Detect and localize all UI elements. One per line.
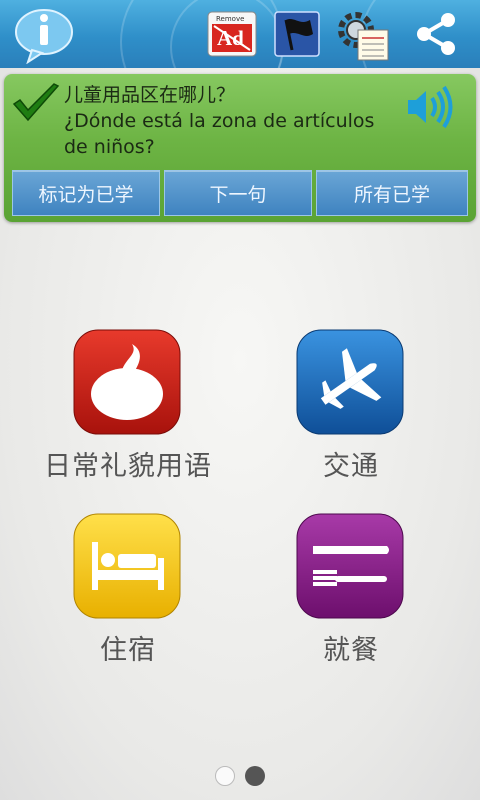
category-transport[interactable]: 交通 [251, 328, 451, 483]
flag-button[interactable] [270, 6, 326, 62]
next-sentence-button[interactable]: 下一句 [164, 170, 312, 216]
category-lodging[interactable]: 住宿 [28, 512, 228, 667]
bed-icon [73, 513, 181, 619]
speaker-icon [408, 85, 453, 129]
airplane-icon [296, 329, 404, 435]
top-toolbar: Remove Ad [0, 0, 480, 68]
info-icon [15, 9, 73, 65]
phrase-chinese: 儿童用品区在哪儿？ [64, 84, 236, 106]
speech-bubble-icon [73, 329, 181, 435]
pager-dot-active[interactable] [215, 766, 235, 786]
info-button[interactable] [12, 4, 76, 65]
share-button[interactable] [408, 6, 464, 62]
phrase-spanish: ¿Dónde está la zona de artículos de niño… [64, 110, 375, 158]
phrase-card: 儿童用品区在哪儿？ ¿Dónde está la zona de artícul… [4, 74, 476, 222]
category-courtesy[interactable]: 日常礼貌用语 [28, 328, 228, 483]
category-label: 住宿 [100, 635, 156, 666]
share-icon [417, 13, 455, 55]
gear-notes-icon [338, 12, 389, 61]
remove-ad-badge: Remove [216, 15, 245, 23]
category-label: 交通 [323, 451, 379, 482]
pager-dot[interactable] [245, 766, 265, 786]
flag-icon [274, 11, 320, 57]
all-learned-button[interactable]: 所有已学 [316, 170, 468, 216]
ad-label: Ad [217, 26, 244, 50]
category-label: 日常礼貌用语 [44, 451, 212, 482]
settings-notes-button[interactable] [334, 6, 390, 62]
speaker-button[interactable] [402, 82, 456, 132]
category-dining[interactable]: 就餐 [251, 512, 451, 667]
mark-learned-button[interactable]: 标记为已学 [12, 170, 160, 216]
knife-fork-icon [296, 513, 404, 619]
check-icon [12, 83, 60, 122]
remove-ad-button[interactable]: Remove Ad [204, 6, 260, 62]
category-label: 就餐 [323, 635, 379, 666]
